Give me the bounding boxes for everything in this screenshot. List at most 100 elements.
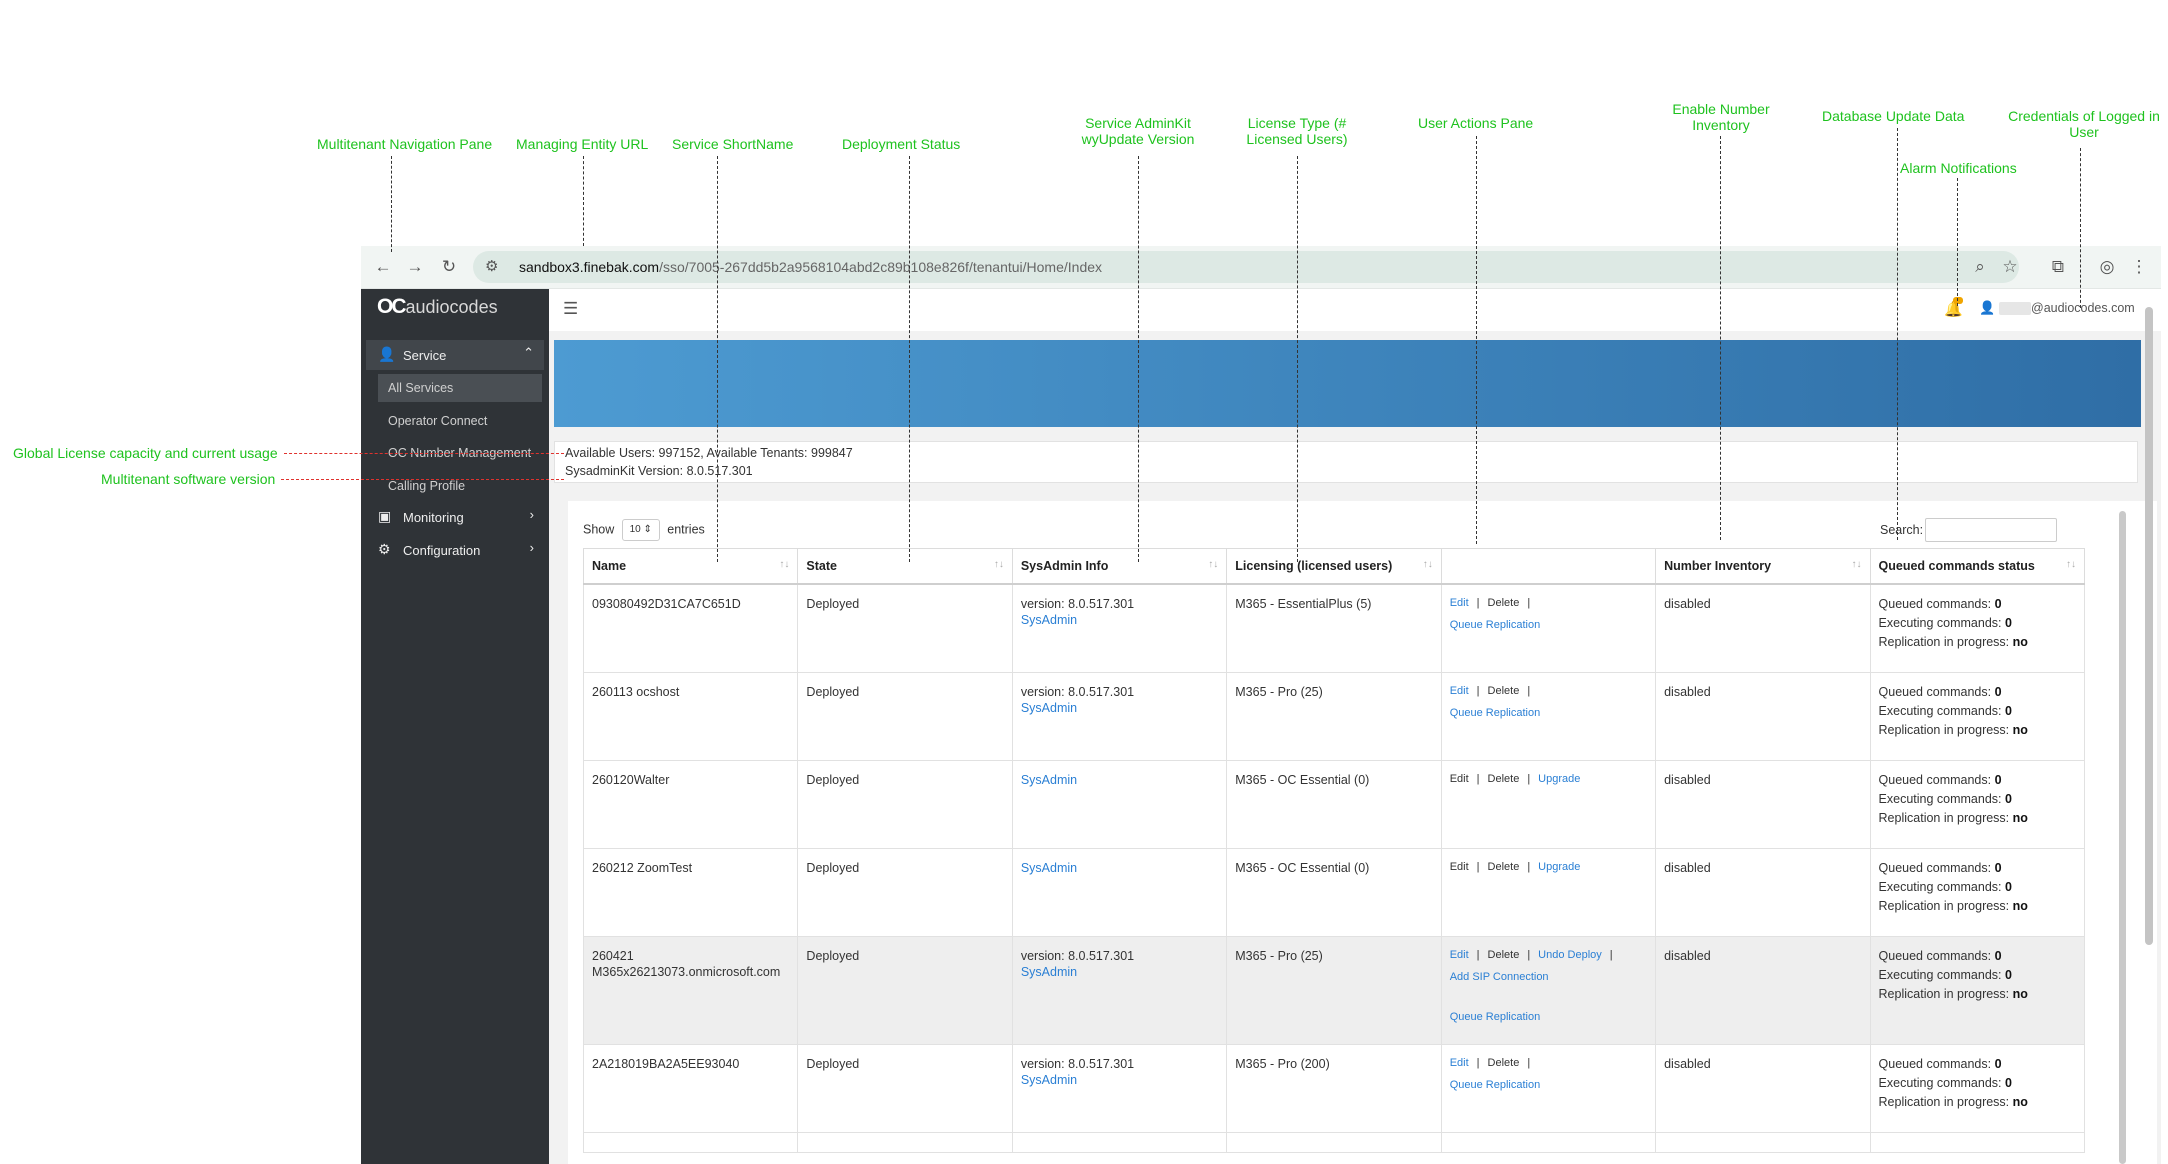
- executing-label: Executing commands:: [1878, 616, 2005, 630]
- column-header-state[interactable]: State ↑↓: [797, 548, 1013, 585]
- column-header-label: Number Inventory: [1664, 559, 1772, 573]
- leader-line-sw-version: [281, 479, 564, 480]
- cell-sysadmin: version: 8.0.517.301 SysAdmin: [1011, 935, 1228, 1045]
- sort-icon: ↑↓: [2066, 559, 2076, 570]
- delete-link[interactable]: Delete: [1488, 1057, 1520, 1069]
- upgrade-link[interactable]: Upgrade: [1538, 861, 1580, 873]
- column-header-number-inventory[interactable]: Number Inventory ↑↓: [1655, 548, 1871, 585]
- version-prefix: version:: [1020, 684, 1069, 699]
- license-type: M365 - OC Essential (0): [1235, 860, 1370, 875]
- executing-value: 0: [2004, 879, 2012, 894]
- license-type: M365 - Pro (25): [1235, 684, 1323, 699]
- cell-license: M365 - Pro (200): [1226, 1043, 1442, 1133]
- nav-item-operator-connect[interactable]: Operator Connect: [378, 407, 542, 435]
- license-type: M365 - EssentialPlus (5): [1235, 597, 1372, 611]
- deployment-state: Deployed: [806, 772, 860, 787]
- cell-actions: Edit | Delete | Queue Replication: [1440, 671, 1657, 761]
- sysadmin-link[interactable]: SysAdmin: [1021, 701, 1218, 715]
- nav-section-configuration[interactable]: ⚙ Configuration ›: [366, 535, 544, 565]
- star-icon[interactable]: ☆: [1998, 255, 2022, 279]
- arrow-right-icon[interactable]: →: [403, 255, 427, 279]
- column-header-label: State: [806, 559, 837, 573]
- executing-value: 0: [2004, 1075, 2012, 1090]
- table-row: 260421 M365x26213073.onmicrosoft.com Depl…: [582, 935, 2086, 1045]
- sysadmin-link[interactable]: SysAdmin: [1021, 773, 1218, 787]
- nav-section-monitoring[interactable]: ▣ Monitoring ›: [366, 502, 544, 532]
- column-header-label: Name: [592, 559, 627, 573]
- edit-link[interactable]: Edit: [1450, 773, 1469, 785]
- column-header-sysadmin-info[interactable]: SysAdmin Info ↑↓: [1011, 548, 1228, 585]
- callout-global-license: Global License capacity and current usag…: [13, 445, 278, 461]
- cell-actions: Edit | Delete | Queue Replication: [1440, 583, 1657, 673]
- address-bar[interactable]: ⚙ sandbox3.finebak.com/sso/7005-267dd5b2…: [473, 251, 2019, 283]
- user-icon: 👤: [1979, 300, 1996, 315]
- delete-link[interactable]: Delete: [1488, 861, 1520, 873]
- queue-replication-link[interactable]: Queue Replication: [1450, 1011, 1647, 1023]
- queue-replication-link[interactable]: Queue Replication: [1450, 1079, 1647, 1091]
- callout-nav-pane: Multitenant Navigation Pane: [317, 136, 493, 152]
- delete-link[interactable]: Delete: [1488, 949, 1520, 961]
- site-info-icon[interactable]: ⚙: [485, 257, 498, 275]
- executing-value: 0: [2004, 616, 2012, 630]
- user-email[interactable]: @audiocodes.com: [2031, 301, 2135, 315]
- cell-empty: [797, 1131, 1013, 1153]
- cell-state: Deployed: [797, 1043, 1013, 1133]
- page-scrollbar[interactable]: [2145, 307, 2153, 945]
- leader-line-global-license: [284, 453, 564, 454]
- url-text[interactable]: sandbox3.finebak.com/sso/7005-267dd5b2a9…: [519, 259, 1102, 275]
- hamburger-menu-icon[interactable]: ☰: [563, 299, 578, 319]
- extensions-icon[interactable]: ⧉: [2046, 255, 2070, 279]
- callout-adminkit-line1: Service AdminKit: [1085, 115, 1191, 131]
- queue-replication-link[interactable]: Queue Replication: [1450, 707, 1647, 719]
- entries-label: entries: [667, 522, 705, 537]
- callout-adminkit-line2: wyUpdate Version: [1081, 131, 1195, 147]
- edit-link[interactable]: Edit: [1450, 949, 1469, 961]
- reload-icon[interactable]: ↻: [437, 255, 461, 279]
- deployment-state: Deployed: [806, 860, 860, 875]
- sysadmin-link[interactable]: SysAdmin: [1021, 861, 1218, 875]
- license-info-panel: Available Users: 997152, Available Tenan…: [554, 441, 2138, 483]
- edit-link[interactable]: Edit: [1450, 597, 1469, 609]
- sysadmin-link[interactable]: SysAdmin: [1021, 1073, 1218, 1087]
- search-input[interactable]: [1925, 518, 2057, 542]
- navigation-pane: OCaudiocodes 👤 Service ⌃ All Services Op…: [361, 289, 549, 1164]
- cell-license: M365 - OC Essential (0): [1226, 759, 1442, 849]
- sysadmin-link[interactable]: SysAdmin: [1021, 613, 1218, 627]
- queued-value: 0: [1994, 860, 2002, 875]
- cell-number-inventory: disabled: [1655, 847, 1871, 937]
- edit-link[interactable]: Edit: [1450, 861, 1469, 873]
- table-row: 260113 ocshost Deployed version: 8.0.517…: [582, 671, 2086, 761]
- sysadmin-link[interactable]: SysAdmin: [1021, 965, 1218, 979]
- nav-item-calling-profile[interactable]: Calling Profile: [378, 472, 542, 500]
- queued-value: 0: [1994, 772, 2002, 787]
- delete-link[interactable]: Delete: [1488, 685, 1520, 697]
- replication-progress: Replication in progress: no: [1879, 630, 2076, 654]
- column-header-name[interactable]: Name ↑↓: [582, 548, 799, 585]
- nav-section-service[interactable]: 👤 Service ⌃: [366, 340, 544, 370]
- delete-link[interactable]: Delete: [1488, 773, 1520, 785]
- cell-empty: [1226, 1131, 1442, 1153]
- delete-link[interactable]: Delete: [1488, 597, 1520, 609]
- column-header-licensing[interactable]: Licensing (licensed users) ↑↓: [1226, 548, 1442, 585]
- cell-sysadmin: SysAdmin: [1011, 759, 1228, 849]
- edit-link[interactable]: Edit: [1450, 1057, 1469, 1069]
- edit-link[interactable]: Edit: [1450, 685, 1469, 697]
- nav-item-label: All Services: [388, 381, 454, 395]
- queued-value: 0: [1994, 948, 2002, 963]
- undo-deploy-link[interactable]: Undo Deploy: [1538, 949, 1602, 961]
- queue-replication-link[interactable]: Queue Replication: [1450, 619, 1647, 631]
- action-separator: |: [1527, 1056, 1531, 1069]
- zoom-icon[interactable]: ⌕: [1968, 255, 1992, 279]
- arrow-left-icon[interactable]: ←: [371, 255, 395, 279]
- callout-shortname: Service ShortName: [672, 136, 794, 152]
- add-sip-connection-link[interactable]: Add SIP Connection: [1450, 971, 1647, 983]
- upgrade-link[interactable]: Upgrade: [1538, 773, 1580, 785]
- nav-item-all-services[interactable]: All Services: [378, 374, 542, 402]
- cell-empty: [1655, 1131, 1871, 1153]
- table-scrollbar[interactable]: [2119, 511, 2126, 1164]
- deployment-state: Deployed: [806, 1056, 860, 1071]
- page-size-select[interactable]: 10 ⇕: [621, 519, 660, 541]
- more-icon[interactable]: ⋮: [2127, 255, 2151, 279]
- column-header-queued-commands[interactable]: Queued commands status ↑↓: [1869, 548, 2086, 585]
- profile-icon[interactable]: ◎: [2095, 255, 2119, 279]
